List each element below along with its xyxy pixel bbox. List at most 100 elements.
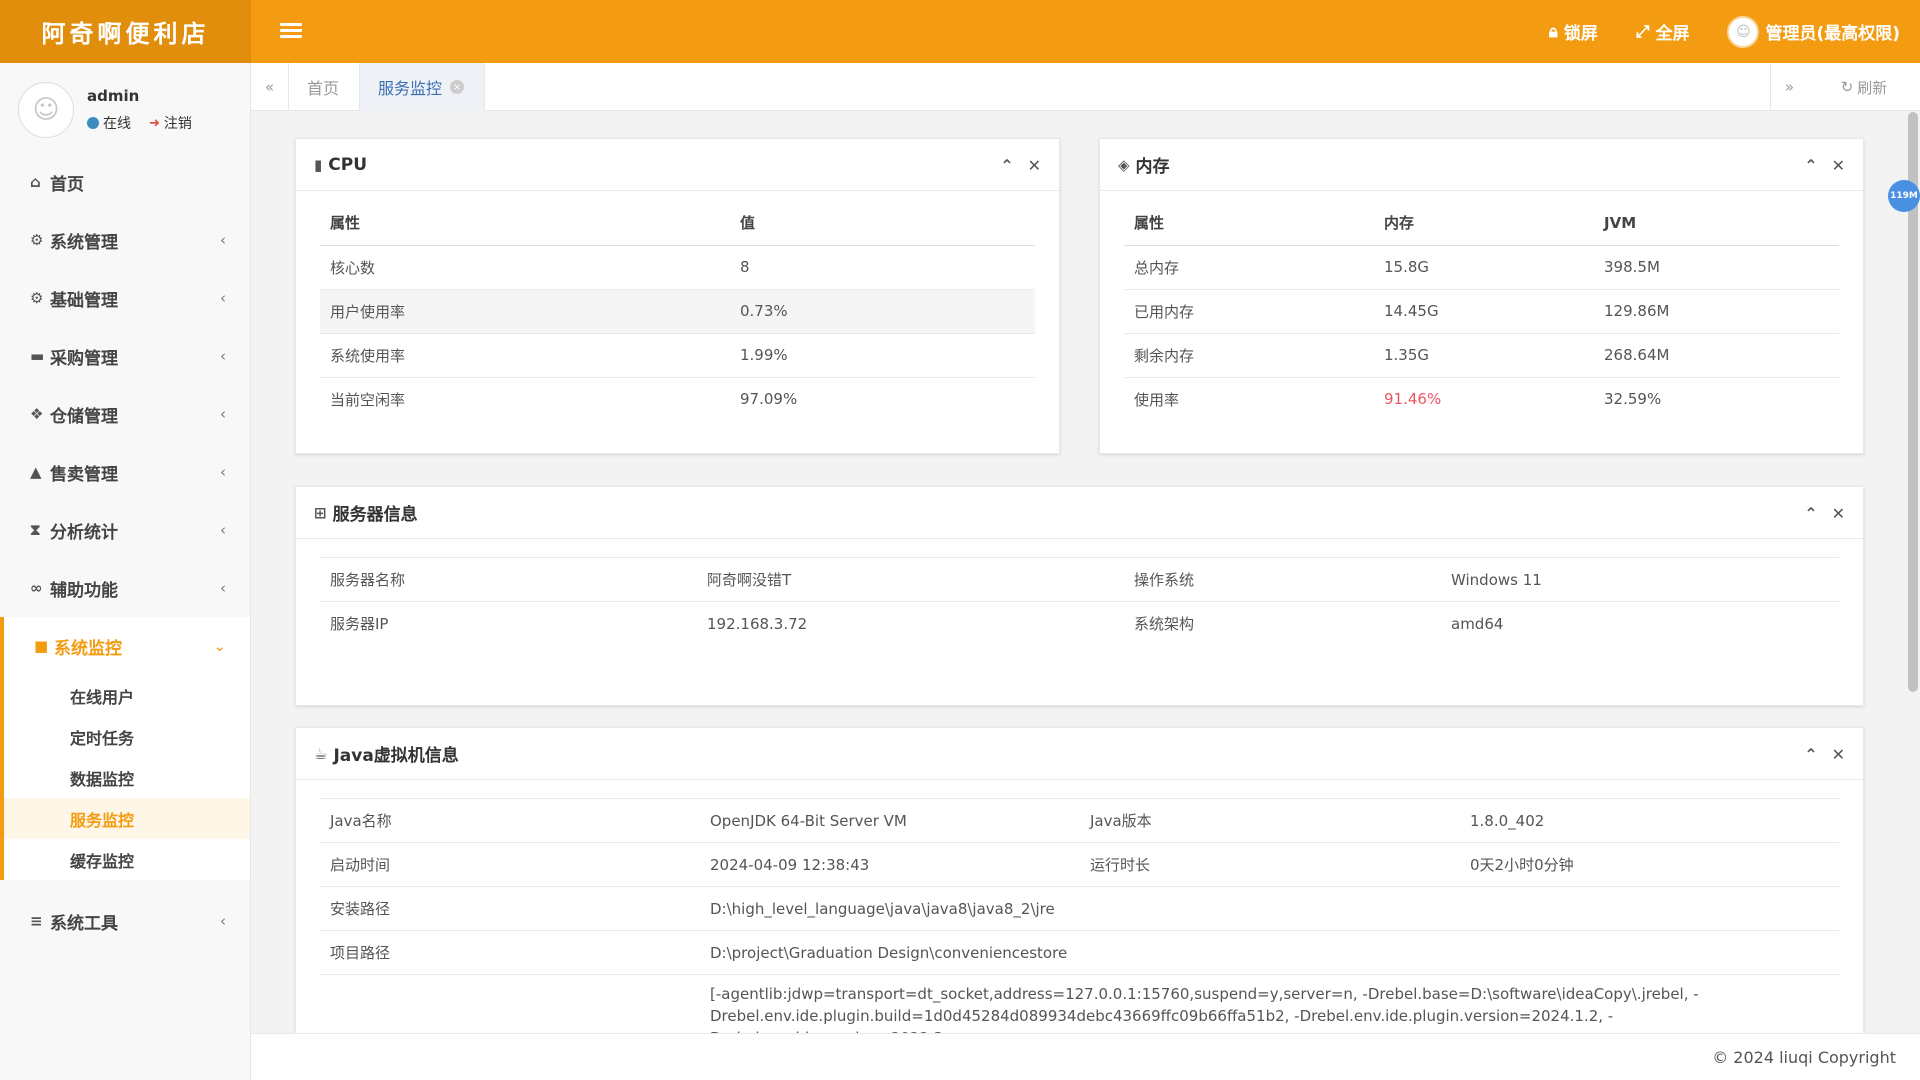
table-cell: 系统使用率: [320, 332, 730, 377]
sidebar-item-sales[interactable]: ▲ 售卖管理 ‹: [0, 443, 250, 501]
chevron-left-icon: ‹: [220, 579, 226, 597]
menu-toggle-icon[interactable]: [280, 20, 302, 42]
cubes-icon: ❖: [30, 405, 44, 423]
handshake-icon: ∞: [30, 579, 43, 597]
sidebar-item-label: 辅助功能: [50, 580, 118, 601]
sidebar-item-label: 系统工具: [50, 913, 118, 934]
tab-service-monitor[interactable]: 服务监控 ×: [360, 63, 485, 111]
sidebar-subitem-data-monitor[interactable]: 数据监控: [4, 757, 250, 798]
sidebar-item-purchase[interactable]: ▬ 采购管理 ‹: [0, 327, 250, 385]
table-cell: 15.8G: [1374, 244, 1594, 289]
monitor-submenu: 在线用户 定时任务 数据监控 服务监控 缓存监控: [0, 675, 250, 880]
close-icon[interactable]: ✕: [1832, 745, 1845, 764]
table-row: 核心数 8: [320, 244, 1035, 289]
sidebar-subitem-online-users[interactable]: 在线用户: [4, 675, 250, 716]
table-row: Java名称 OpenJDK 64-Bit Server VM Java版本 1.8.…: [320, 798, 1839, 843]
table-row: 服务器名称 阿奇啊没错T 操作系统 Windows 11: [320, 557, 1839, 602]
chevron-left-icon: ‹: [220, 912, 226, 930]
close-icon[interactable]: ×: [450, 80, 465, 94]
server-info-panel: ⊞ 服务器信息 ⌃ ✕ 服务器名称 阿奇啊没错T 操作系统 Windows 11 服务…: [295, 486, 1864, 706]
sidebar-item-label: 售卖管理: [50, 464, 118, 485]
table-cell: 1.35G: [1374, 332, 1594, 377]
table-cell: OpenJDK 64-Bit Server VM: [700, 798, 1080, 843]
avatar: ☺: [1727, 15, 1760, 48]
table-cell: 8: [730, 244, 1035, 289]
floating-badge[interactable]: 119M: [1888, 180, 1920, 212]
table-cell: 32.59%: [1594, 376, 1839, 421]
tabs-bar: « 首页 服务监控 × » ↻ 刷新: [251, 63, 1920, 111]
sidebar-subitem-cache-monitor[interactable]: 缓存监控: [4, 839, 250, 880]
sidebar-subitem-service-monitor[interactable]: 服务监控: [4, 798, 250, 839]
table-cell: 剩余内存: [1124, 332, 1374, 377]
table-row: 当前空闲率 97.09%: [320, 376, 1035, 421]
chevron-left-icon: ‹: [220, 463, 226, 481]
table-cell: [320, 974, 700, 1033]
online-status: 在线: [103, 116, 131, 132]
tab-label: 服务监控: [378, 79, 443, 98]
avatar: ☺: [18, 82, 74, 138]
tab-home[interactable]: 首页: [289, 63, 360, 111]
panel-title: 服务器信息: [332, 505, 418, 525]
logout-icon[interactable]: ➜: [149, 116, 160, 131]
server-table: 服务器名称 阿奇啊没错T 操作系统 Windows 11 服务器IP 192.168.3…: [320, 557, 1839, 646]
table-cell: 系统架构: [1124, 601, 1441, 646]
collapse-icon[interactable]: ⌃: [1804, 504, 1817, 523]
user-name: admin: [87, 87, 140, 105]
table-row: 启动时间 2024-04-09 12:38:43 运行时长 0天2小时0分钟: [320, 842, 1839, 887]
microchip-icon: ▮: [314, 155, 323, 174]
panel-title: Java虚拟机信息: [333, 746, 459, 766]
admin-label: 管理员(最高权限): [1765, 24, 1900, 44]
refresh-icon: ↻: [1840, 78, 1854, 96]
hourglass-icon: ⧗: [30, 521, 41, 539]
table-cell: 97.09%: [730, 376, 1035, 421]
table-cell: Java版本: [1080, 798, 1460, 843]
tabs-scroll-left-icon[interactable]: «: [251, 63, 289, 111]
admin-user-menu[interactable]: ☺ 管理员(最高权限): [1727, 15, 1900, 48]
close-icon[interactable]: ✕: [1832, 504, 1845, 523]
refresh-label: 刷新: [1857, 78, 1888, 97]
sidebar-item-analytics[interactable]: ⧗ 分析统计 ‹: [0, 501, 250, 559]
sidebar-item-assist[interactable]: ∞ 辅助功能 ‹: [0, 559, 250, 617]
sidebar-item-basic[interactable]: ⚙ 基础管理 ‹: [0, 269, 250, 327]
sidebar-item-tools[interactable]: ≡ 系统工具 ‹: [0, 892, 250, 950]
video-icon: ■: [34, 637, 49, 655]
table-cell: 129.86M: [1594, 288, 1839, 333]
shopping-bag-icon: ▲: [30, 463, 42, 481]
table-cell: 0天2小时0分钟: [1460, 842, 1839, 887]
collapse-icon[interactable]: ⌃: [1804, 745, 1817, 764]
table-cell: D:\project\Graduation Design\convenience…: [700, 930, 1839, 975]
sidebar-subitem-scheduled-tasks[interactable]: 定时任务: [4, 716, 250, 757]
table-row: 系统使用率 1.99%: [320, 332, 1035, 377]
tabs-scroll-right-icon[interactable]: »: [1770, 63, 1808, 111]
fullscreen-button[interactable]: ⤢ 全屏: [1635, 19, 1690, 45]
table-cell: 1.8.0_402: [1460, 798, 1839, 843]
lock-icon: 🔒︎: [1548, 21, 1558, 42]
table-cell: 使用率: [1124, 376, 1374, 421]
lock-screen-button[interactable]: 🔒︎ 锁屏: [1548, 19, 1598, 45]
sidebar-item-label: 首页: [50, 174, 84, 195]
app-logo[interactable]: 阿奇啊便利店: [0, 0, 251, 63]
coffee-icon: ☕: [314, 744, 328, 763]
cogs-icon: ⚙: [30, 289, 44, 307]
close-icon[interactable]: ✕: [1028, 156, 1041, 175]
logout-link[interactable]: 注销: [164, 113, 192, 133]
refresh-button[interactable]: ↻ 刷新: [1808, 63, 1920, 111]
sidebar-item-label: 基础管理: [50, 290, 118, 311]
windows-icon: ⊞: [314, 503, 327, 522]
collapse-icon[interactable]: ⌃: [1804, 156, 1817, 175]
close-icon[interactable]: ✕: [1832, 156, 1845, 175]
sidebar-item-home[interactable]: ⌂ 首页: [0, 153, 250, 211]
collapse-icon[interactable]: ⌃: [1000, 156, 1013, 175]
table-cell: 0.73%: [730, 288, 1035, 333]
fullscreen-label: 全屏: [1655, 24, 1690, 44]
sidebar-item-storage[interactable]: ❖ 仓储管理 ‹: [0, 385, 250, 443]
sidebar-item-label: 采购管理: [50, 348, 118, 369]
table-cell: 运行时长: [1080, 842, 1460, 887]
sidebar-item-monitor[interactable]: ■ 系统监控 ⌄: [0, 617, 250, 675]
table-cell: 268.64M: [1594, 332, 1839, 377]
sidebar-item-system[interactable]: ⚙ 系统管理 ‹: [0, 211, 250, 269]
expand-icon: ⤢: [1635, 21, 1650, 42]
gear-icon: ⚙: [30, 231, 44, 249]
memory-panel: ◈ 内存 ⌃ ✕ 属性 内存 JVM 总内存 15.8G 398.5M 已用内存 14.4…: [1099, 138, 1864, 454]
sidebar-item-label: 仓储管理: [50, 406, 118, 427]
